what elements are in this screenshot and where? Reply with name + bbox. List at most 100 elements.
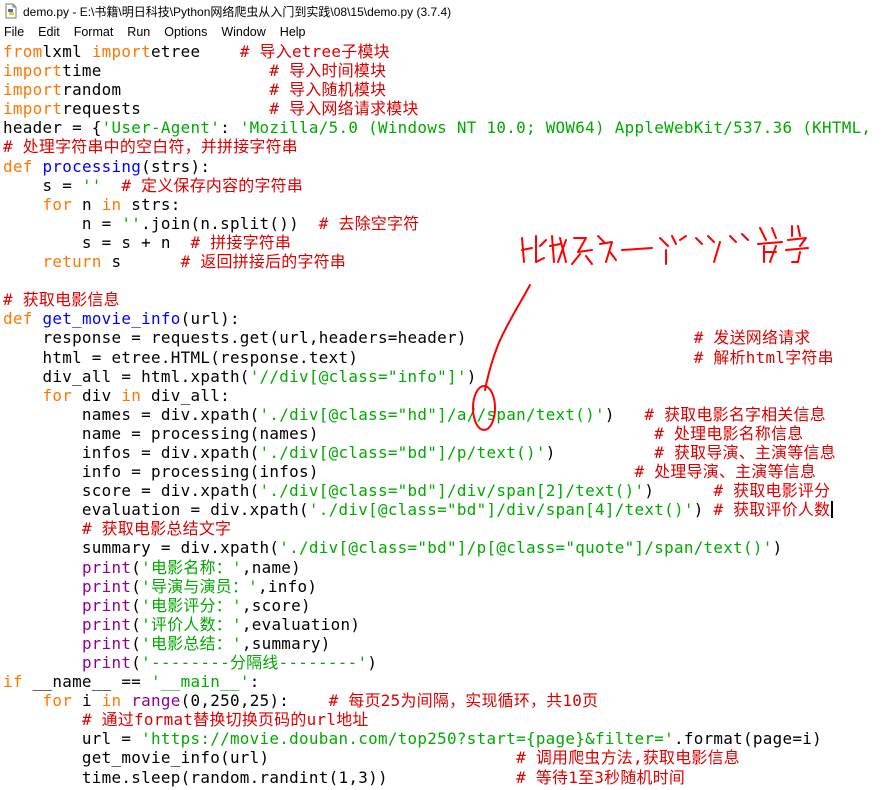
code-line[interactable]: importrandom # 导入随机模块	[3, 80, 893, 99]
string-token: './div[@class="bd"]/p/text()'	[259, 442, 546, 462]
code-line[interactable]: summary = div.xpath('./div[@class="bd"]/…	[3, 538, 893, 557]
code-line[interactable]: print('电影名称：',name)	[3, 558, 893, 577]
comment-token: # 导入网络请求模块	[269, 99, 419, 119]
comment-token: # 定义保存内容的字符串	[121, 175, 304, 195]
code-token: )	[644, 481, 714, 501]
string-token: '电影名称：'	[141, 557, 242, 577]
string-token: '__main__'	[151, 672, 250, 692]
comment-token: # 去除空字符	[318, 213, 420, 233]
code-line[interactable]: print('导演与演员：',info)	[3, 577, 893, 596]
title-bar: demo.py - E:\书籍\明日科技\Python网络爬虫从入门到实践\08…	[0, 0, 893, 22]
string-token: 'Mozilla/5.0 (Windows NT 10.0; WOW64) Ap…	[239, 118, 872, 138]
code-line[interactable]: name = processing(names) # 处理电影名称信息	[3, 424, 893, 443]
window-title: demo.py - E:\书籍\明日科技\Python网络爬虫从入门到实践\08…	[23, 4, 452, 19]
code-token: summary = div.xpath(	[3, 538, 280, 558]
keyword-token: in	[121, 385, 142, 405]
code-token: requests	[62, 99, 270, 119]
code-line[interactable]: importtime # 导入时间模块	[3, 61, 893, 80]
code-token: (	[131, 653, 142, 672]
menu-options[interactable]: Options	[157, 25, 214, 39]
menu-run[interactable]: Run	[120, 25, 157, 39]
code-line[interactable]: for div in div_all:	[3, 386, 893, 405]
code-line[interactable]: n = ''.join(n.split()) # 去除空字符	[3, 214, 893, 233]
code-line[interactable]: score = div.xpath('./div[@class="bd"]/di…	[3, 481, 893, 500]
code-token: infos = div.xpath(	[3, 442, 260, 462]
code-token: name = processing(names)	[3, 423, 655, 443]
string-token: './div[@class="bd"]/div/span[2]/text()'	[259, 481, 645, 501]
comment-token: # 通过format替换切换页码的url地址	[81, 710, 369, 730]
code-text-area[interactable]: fromlxml importetree # 导入etree子模块 importt…	[0, 42, 893, 787]
code-line[interactable]: names = div.xpath('./div[@class="hd"]/a/…	[3, 405, 893, 424]
code-line[interactable]: if __name__ == '__main__':	[3, 672, 893, 691]
code-line[interactable]: def get_movie_info(url):	[3, 309, 893, 328]
keyword-token: def	[3, 156, 33, 176]
keyword-token: import	[3, 61, 63, 81]
code-line[interactable]: get_movie_info(url) # 调用爬虫方法,获取电影信息	[3, 748, 893, 767]
code-line[interactable]: def processing(strs):	[3, 157, 893, 176]
code-line[interactable]: # 通过format替换切换页码的url地址	[3, 710, 893, 729]
code-editor[interactable]: fromlxml importetree # 导入etree子模块 importt…	[0, 42, 893, 790]
code-line[interactable]: for n in strs:	[3, 195, 893, 214]
string-token: '电影总结：'	[141, 633, 242, 653]
keyword-token: for	[42, 194, 73, 214]
code-line[interactable]: info = processing(infos) # 处理导演、主演等信息	[3, 462, 893, 481]
code-token: s = s + n	[3, 232, 191, 252]
comment-token: # 发送网络请求	[693, 328, 811, 348]
code-token: (strs):	[141, 156, 211, 176]
menu-file[interactable]: File	[0, 25, 31, 39]
code-token: s	[101, 252, 181, 272]
keyword-token: if	[3, 672, 23, 692]
code-line[interactable]: # 处理字符串中的空白符，并拼接字符串	[3, 137, 893, 156]
code-line[interactable]: for i in range(0,250,25): # 每页25为间隔，实现循环…	[3, 691, 893, 710]
code-line[interactable]: url = 'https://movie.douban.com/top250?s…	[3, 729, 893, 748]
code-token: ,evaluation)	[241, 614, 361, 634]
code-line[interactable]: # 获取电影总结文字	[3, 519, 893, 538]
code-line[interactable]: return s # 返回拼接后的字符串	[3, 252, 893, 271]
code-token: info = processing(infos)	[3, 462, 635, 482]
code-line[interactable]: div_all = html.xpath('//div[@class="info…	[3, 367, 893, 386]
code-line[interactable]: response = requests.get(url,headers=head…	[3, 328, 893, 347]
menu-help[interactable]: Help	[273, 25, 313, 39]
code-token: (url):	[180, 309, 240, 329]
code-line[interactable]: header = {'User-Agent': 'Mozilla/5.0 (Wi…	[3, 118, 893, 137]
code-token: response = requests.get(url,headers=head…	[3, 328, 694, 348]
code-line[interactable]: s = '' # 定义保存内容的字符串	[3, 176, 893, 195]
code-line[interactable]: evaluation = div.xpath('./div[@class="bd…	[3, 500, 893, 519]
comment-token: # 获取电影总结文字	[81, 519, 232, 539]
comment-token: # 处理字符串中的空白符，并拼接字符串	[3, 137, 298, 157]
code-line[interactable]: time.sleep(random.randint(1,3)) # 等待1至3秒…	[3, 768, 893, 787]
code-token: )	[466, 366, 477, 386]
code-token: )	[693, 500, 714, 520]
string-token: './div[@class="bd"]/p[@class="quote"]/sp…	[279, 538, 773, 558]
code-line[interactable]: html = etree.HTML(response.text) # 解析htm…	[3, 348, 893, 367]
menu-edit[interactable]: Edit	[31, 25, 67, 39]
menu-window[interactable]: Window	[214, 25, 272, 39]
code-line[interactable]: s = s + n # 拼接字符串	[3, 233, 893, 252]
menu-format[interactable]: Format	[67, 25, 121, 39]
code-token: __name__ ==	[22, 672, 152, 692]
builtin-token: print	[81, 614, 132, 634]
code-token: )	[604, 404, 645, 424]
comment-token: # 解析html字符串	[693, 347, 834, 367]
code-line[interactable]: # 获取电影信息	[3, 290, 893, 309]
code-line[interactable]: print('电影评分：',score)	[3, 596, 893, 615]
string-token: './div[@class="bd"]/div/span[4]/text()'	[308, 500, 694, 520]
code-token: time	[62, 61, 270, 81]
code-token: ,name)	[241, 557, 302, 577]
code-line[interactable]: print('评价人数：',evaluation)	[3, 615, 893, 634]
string-token: './div[@class="hd"]/a//span/text()'	[259, 404, 605, 424]
code-line[interactable]: importrequests # 导入网络请求模块	[3, 99, 893, 118]
string-token: '电影评分：'	[141, 595, 242, 615]
keyword-token: for	[42, 385, 73, 405]
code-line[interactable]: infos = div.xpath('./div[@class="bd"]/p/…	[3, 443, 893, 462]
code-line[interactable]	[3, 271, 893, 290]
code-line[interactable]: fromlxml importetree # 导入etree子模块	[3, 42, 893, 61]
code-line[interactable]: print('电影总结：',summary)	[3, 634, 893, 653]
code-token: (	[131, 633, 142, 653]
code-token: (	[131, 557, 142, 577]
code-line[interactable]: print('--------分隔线--------')	[3, 653, 893, 672]
